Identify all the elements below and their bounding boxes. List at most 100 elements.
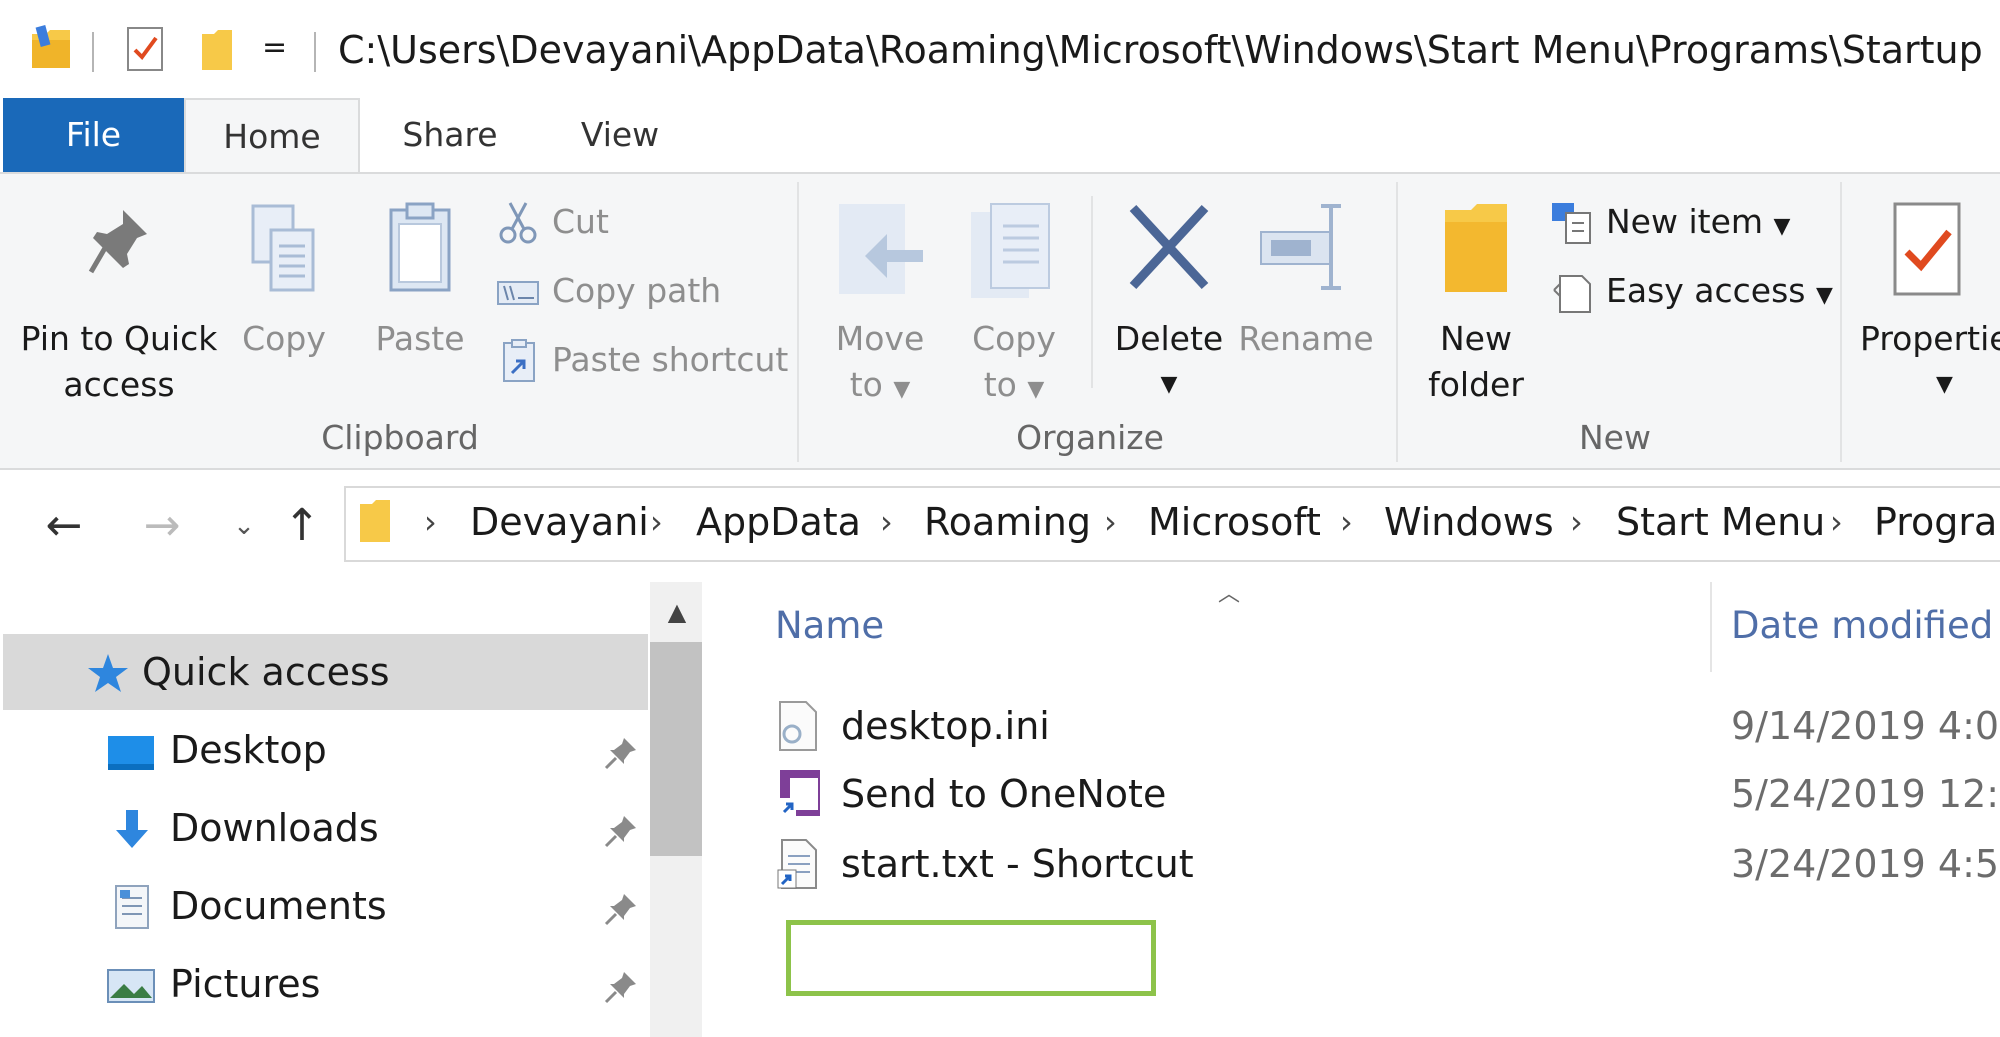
file-name: desktop.ini — [841, 704, 1050, 748]
delete-chevron-icon: ▼ — [1160, 372, 1178, 397]
pin-icon[interactable] — [604, 970, 638, 1004]
copy-to-button[interactable]: Copy to ▼ — [954, 182, 1074, 412]
pin-icon[interactable] — [604, 892, 638, 926]
recent-locations-chevron-icon[interactable]: ⌄ — [214, 496, 274, 560]
scissors-icon — [499, 202, 537, 244]
delete-button[interactable]: Delete ▼ — [1108, 182, 1230, 412]
new-item-chevron-icon: ▼ — [1773, 214, 1791, 239]
properties-icon — [1893, 202, 1961, 296]
quick-access-star-icon — [86, 652, 130, 696]
paste-label: Paste — [375, 319, 465, 358]
pin-icon — [88, 210, 147, 274]
breadcrumb-separator: › — [1830, 503, 1843, 541]
group-separator — [797, 182, 799, 462]
copy-icon — [251, 204, 315, 292]
paste-shortcut-label: Paste shortcut — [552, 340, 789, 379]
file-name: start.txt - Shortcut — [841, 842, 1194, 886]
pictures-icon — [106, 966, 156, 1006]
scroll-up-chevron-icon[interactable]: ▲ — [662, 598, 692, 628]
copy-label: Copy — [242, 319, 326, 358]
nav-item-documents[interactable]: Documents — [170, 884, 387, 928]
move-to-line1: Move — [835, 319, 925, 358]
folder-app-icon — [30, 24, 74, 72]
new-folder-qa-icon[interactable] — [200, 28, 234, 72]
tab-file[interactable]: File — [3, 98, 184, 172]
new-folder-line2: folder — [1428, 365, 1524, 404]
delete-label: Delete — [1114, 319, 1224, 358]
settings-file-icon — [776, 700, 820, 752]
copy-path-button[interactable]: Copy path — [496, 264, 796, 318]
new-folder-line1: New — [1440, 319, 1512, 358]
paste-shortcut-button[interactable]: Paste shortcut — [496, 333, 796, 387]
breadcrumb-separator: › — [880, 503, 893, 541]
new-item-button[interactable]: New item ▼ — [1550, 195, 1810, 249]
nav-item-pictures[interactable]: Pictures — [170, 962, 320, 1006]
tab-share[interactable]: Share — [378, 98, 522, 172]
breadcrumb-item[interactable]: Windows — [1384, 500, 1554, 544]
desktop-icon — [106, 734, 156, 774]
properties-qa-icon[interactable] — [126, 26, 166, 72]
copy-to-line1: Copy — [972, 319, 1056, 358]
breadcrumb-separator: › — [1104, 503, 1117, 541]
breadcrumb-separator: › — [424, 503, 437, 541]
organize-group-label: Organize — [1016, 418, 1164, 457]
column-header-date-modified[interactable]: Date modified — [1731, 604, 1993, 647]
copy-to-icon — [971, 203, 1050, 298]
new-item-icon — [1552, 203, 1591, 244]
rename-button[interactable]: Rename — [1236, 182, 1376, 412]
pin-to-quick-access-button[interactable]: Pin to Quick access — [14, 182, 224, 412]
new-folder-button[interactable]: New folder — [1414, 182, 1538, 412]
tab-view[interactable]: View — [540, 98, 700, 172]
new-item-label: New item — [1606, 202, 1764, 241]
move-to-line2: to — [849, 365, 883, 404]
breadcrumb-item[interactable]: Start Menu — [1616, 500, 1825, 544]
documents-icon — [112, 884, 152, 930]
quick-access-label[interactable]: Quick access — [142, 650, 390, 694]
pin-icon[interactable] — [604, 736, 638, 770]
breadcrumb-item[interactable]: Prograr — [1874, 500, 2000, 544]
column-separator[interactable] — [1710, 582, 1712, 672]
properties-button[interactable]: Propertie ▼ — [1856, 182, 2000, 412]
pin-label-line1: Pin to Quick — [20, 319, 218, 358]
breadcrumb-item[interactable]: Roaming — [924, 500, 1091, 544]
text-shortcut-icon — [776, 838, 820, 890]
nav-item-downloads[interactable]: Downloads — [170, 806, 379, 850]
cut-button[interactable]: Cut — [496, 195, 796, 249]
organize-inner-separator — [1091, 196, 1093, 388]
file-date: 5/24/2019 12:4 — [1731, 772, 2000, 816]
breadcrumb-item[interactable]: Devayani — [470, 500, 649, 544]
sort-up-chevron-icon: ︿ — [1218, 582, 1241, 607]
clipboard-group-label: Clipboard — [321, 418, 479, 457]
nav-item-desktop[interactable]: Desktop — [170, 728, 327, 772]
breadcrumb-separator: › — [1570, 503, 1583, 541]
easy-access-icon — [1553, 275, 1591, 313]
easy-access-button[interactable]: Easy access ▼ — [1550, 264, 1833, 318]
cut-label: Cut — [552, 202, 609, 241]
tab-home[interactable]: Home — [184, 98, 360, 172]
up-arrow-icon[interactable]: ↑ — [272, 496, 332, 560]
new-group-label: New — [1579, 418, 1651, 457]
back-arrow-icon[interactable]: ← — [34, 496, 94, 560]
properties-chevron-icon: ▼ — [1936, 372, 1953, 397]
forward-arrow-icon[interactable]: → — [132, 496, 192, 560]
breadcrumb-separator: › — [1340, 503, 1353, 541]
breadcrumb-item[interactable]: AppData — [696, 500, 861, 544]
move-to-icon — [839, 204, 923, 294]
pin-icon[interactable] — [604, 814, 638, 848]
new-item-rename-box[interactable] — [786, 920, 1156, 996]
clipboard-paste-icon — [389, 202, 451, 292]
breadcrumb-item[interactable]: Microsoft — [1148, 500, 1321, 544]
address-folder-icon — [358, 500, 392, 544]
column-header-name[interactable]: Name — [775, 604, 884, 647]
file-date: 3/24/2019 4:58 — [1731, 842, 2000, 886]
quick-access-separator — [92, 32, 94, 72]
move-to-chevron-icon: ▼ — [893, 377, 911, 402]
copy-button[interactable]: Copy — [226, 182, 342, 412]
qa-customize-dropdown[interactable]: = — [262, 30, 287, 65]
easy-access-label: Easy access — [1606, 271, 1806, 310]
scrollbar-thumb[interactable] — [650, 642, 702, 856]
copy-to-line2: to — [983, 365, 1017, 404]
rename-label: Rename — [1238, 319, 1374, 358]
move-to-button[interactable]: Move to ▼ — [820, 182, 940, 412]
paste-button[interactable]: Paste — [360, 182, 480, 412]
